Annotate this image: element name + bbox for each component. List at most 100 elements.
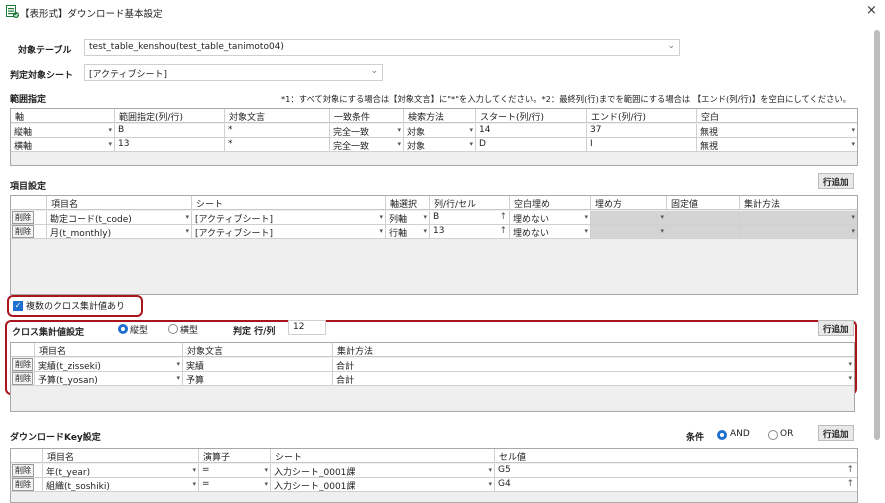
dropdown-icon[interactable]: ▾: [851, 140, 855, 148]
arrow-up-icon[interactable]: ↑: [499, 212, 507, 222]
item-row-fill-cell[interactable]: 埋めない ▾: [510, 211, 591, 225]
dropdown-icon[interactable]: ▾: [264, 466, 268, 474]
cross-judge-input[interactable]: 12: [288, 320, 326, 335]
dropdown-icon[interactable]: ▾: [488, 480, 492, 488]
judge-sheet-select[interactable]: [アクティブシート] ⌄: [84, 64, 383, 81]
dropdown-icon[interactable]: ▾: [108, 126, 112, 134]
range-row-start-cell[interactable]: 14: [476, 124, 587, 138]
range-row-end-cell[interactable]: 37: [587, 124, 697, 138]
range-row-target-cell[interactable]: *: [225, 138, 330, 152]
item-row-fixed-cell[interactable]: [667, 211, 740, 225]
dropdown-icon[interactable]: ▾: [851, 227, 855, 235]
range-row-end-cell[interactable]: I: [587, 138, 697, 152]
dropdown-icon[interactable]: ▾: [264, 480, 268, 488]
multi-cross-checkbox[interactable]: ✓: [13, 301, 23, 311]
item-row-name-cell[interactable]: 月(t_monthly) ▾: [47, 225, 192, 239]
range-row-target-cell[interactable]: *: [225, 124, 330, 138]
key-row-operator-cell[interactable]: = ▾: [199, 464, 271, 478]
key-row-name-cell[interactable]: 組織(t_soshiki) ▾: [43, 478, 199, 492]
dropdown-icon[interactable]: ▾: [848, 374, 852, 382]
item-row-cell-cell[interactable]: 13 ↑: [430, 225, 510, 239]
dropdown-icon[interactable]: ▾: [469, 140, 473, 148]
key-row-sheet-cell[interactable]: 入力シート_0001課 ▾: [271, 464, 495, 478]
range-col-start: スタート(列/行): [476, 109, 587, 123]
item-row-agg-cell[interactable]: ▾: [740, 211, 857, 225]
key-row-name-cell[interactable]: 年(t_year) ▾: [43, 464, 199, 478]
cross-vertical-radio[interactable]: [118, 324, 128, 334]
range-row-range-cell[interactable]: B: [115, 124, 225, 138]
item-row-fill-method-cell[interactable]: ▾: [591, 211, 667, 225]
item-row-agg-cell[interactable]: ▾: [740, 225, 857, 239]
range-row-blank-cell[interactable]: 無視 ▾: [697, 138, 857, 152]
dropdown-icon[interactable]: ▾: [851, 126, 855, 134]
arrow-up-icon[interactable]: ↑: [846, 479, 854, 489]
dropdown-icon[interactable]: ▾: [397, 126, 401, 134]
dropdown-icon[interactable]: ▾: [660, 227, 664, 235]
delete-row-button[interactable]: 削除: [12, 372, 33, 385]
arrow-up-icon[interactable]: ↑: [846, 465, 854, 475]
window-scrollbar[interactable]: [874, 30, 880, 440]
key-add-row-button[interactable]: 行追加: [818, 425, 854, 441]
range-row-range-cell[interactable]: 13: [115, 138, 225, 152]
cross-row-name-cell[interactable]: 予算(t_yosan) ▾: [35, 372, 183, 386]
dropdown-icon[interactable]: ▾: [423, 213, 427, 221]
range-row-axis-cell[interactable]: 縦軸 ▾: [11, 124, 115, 138]
delete-row-button[interactable]: 削除: [12, 358, 33, 371]
cross-row-name-cell[interactable]: 実績(t_zisseki) ▾: [35, 358, 183, 372]
item-row-fill-method-cell[interactable]: ▾: [591, 225, 667, 239]
delete-row-button[interactable]: 削除: [12, 225, 34, 238]
dropdown-icon[interactable]: ▾: [176, 374, 180, 382]
cross-row-target-cell[interactable]: 実績: [183, 358, 333, 372]
item-row-cell-cell[interactable]: B ↑: [430, 211, 510, 225]
dropdown-icon[interactable]: ▾: [423, 227, 427, 235]
cross-add-row-button[interactable]: 行追加: [818, 320, 854, 336]
cross-row-agg-cell[interactable]: 合計 ▾: [333, 372, 854, 386]
range-row-match-cell[interactable]: 完全一致 ▾: [330, 138, 404, 152]
item-row-sheet-cell[interactable]: [アクティブシート] ▾: [192, 225, 386, 239]
close-icon[interactable]: ×: [866, 3, 877, 18]
condition-and-radio[interactable]: [717, 430, 727, 440]
range-row-search-cell[interactable]: 対象 ▾: [404, 138, 476, 152]
range-row-axis-cell[interactable]: 横軸 ▾: [11, 138, 115, 152]
target-table-select[interactable]: test_table_kenshou(test_table_tanimoto04…: [84, 39, 680, 56]
dropdown-icon[interactable]: ▾: [397, 140, 401, 148]
dropdown-icon[interactable]: ▾: [488, 466, 492, 474]
item-row-fill-cell[interactable]: 埋めない ▾: [510, 225, 591, 239]
arrow-up-icon[interactable]: ↑: [499, 226, 507, 236]
range-row-start-cell[interactable]: D: [476, 138, 587, 152]
key-row-value-cell[interactable]: G4 ↑: [495, 478, 857, 492]
range-row-search-cell[interactable]: 対象 ▾: [404, 124, 476, 138]
dropdown-icon[interactable]: ▾: [108, 140, 112, 148]
item-row-name-cell[interactable]: 勘定コード(t_code) ▾: [47, 211, 192, 225]
dropdown-icon[interactable]: ▾: [848, 360, 852, 368]
item-row-axis-cell[interactable]: 列軸 ▾: [386, 211, 430, 225]
delete-row-button[interactable]: 削除: [12, 478, 34, 491]
dropdown-icon[interactable]: ▾: [192, 480, 196, 488]
delete-row-button[interactable]: 削除: [12, 211, 34, 224]
dropdown-icon[interactable]: ▾: [176, 360, 180, 368]
key-row-operator-cell[interactable]: = ▾: [199, 478, 271, 492]
item-row-fixed-cell[interactable]: [667, 225, 740, 239]
dropdown-icon[interactable]: ▾: [660, 213, 664, 221]
delete-row-button[interactable]: 削除: [12, 464, 34, 477]
cross-horizontal-radio[interactable]: [168, 324, 178, 334]
dropdown-icon[interactable]: ▾: [192, 466, 196, 474]
dropdown-icon[interactable]: ▾: [185, 227, 189, 235]
item-add-row-button[interactable]: 行追加: [818, 173, 854, 189]
dropdown-icon[interactable]: ▾: [379, 213, 383, 221]
range-row-match-cell[interactable]: 完全一致 ▾: [330, 124, 404, 138]
key-row-value-cell[interactable]: G5 ↑: [495, 464, 857, 478]
range-row-blank-cell[interactable]: 無視 ▾: [697, 124, 857, 138]
dropdown-icon[interactable]: ▾: [469, 126, 473, 134]
item-row-sheet-cell[interactable]: [アクティブシート] ▾: [192, 211, 386, 225]
dropdown-icon[interactable]: ▾: [584, 213, 588, 221]
key-row-sheet-cell[interactable]: 入力シート_0001課 ▾: [271, 478, 495, 492]
cross-row-target-cell[interactable]: 予算: [183, 372, 333, 386]
dropdown-icon[interactable]: ▾: [185, 213, 189, 221]
cross-row-agg-cell[interactable]: 合計 ▾: [333, 358, 854, 372]
dropdown-icon[interactable]: ▾: [379, 227, 383, 235]
dropdown-icon[interactable]: ▾: [584, 227, 588, 235]
dropdown-icon[interactable]: ▾: [851, 213, 855, 221]
condition-or-radio[interactable]: [768, 430, 778, 440]
item-row-axis-cell[interactable]: 行軸 ▾: [386, 225, 430, 239]
